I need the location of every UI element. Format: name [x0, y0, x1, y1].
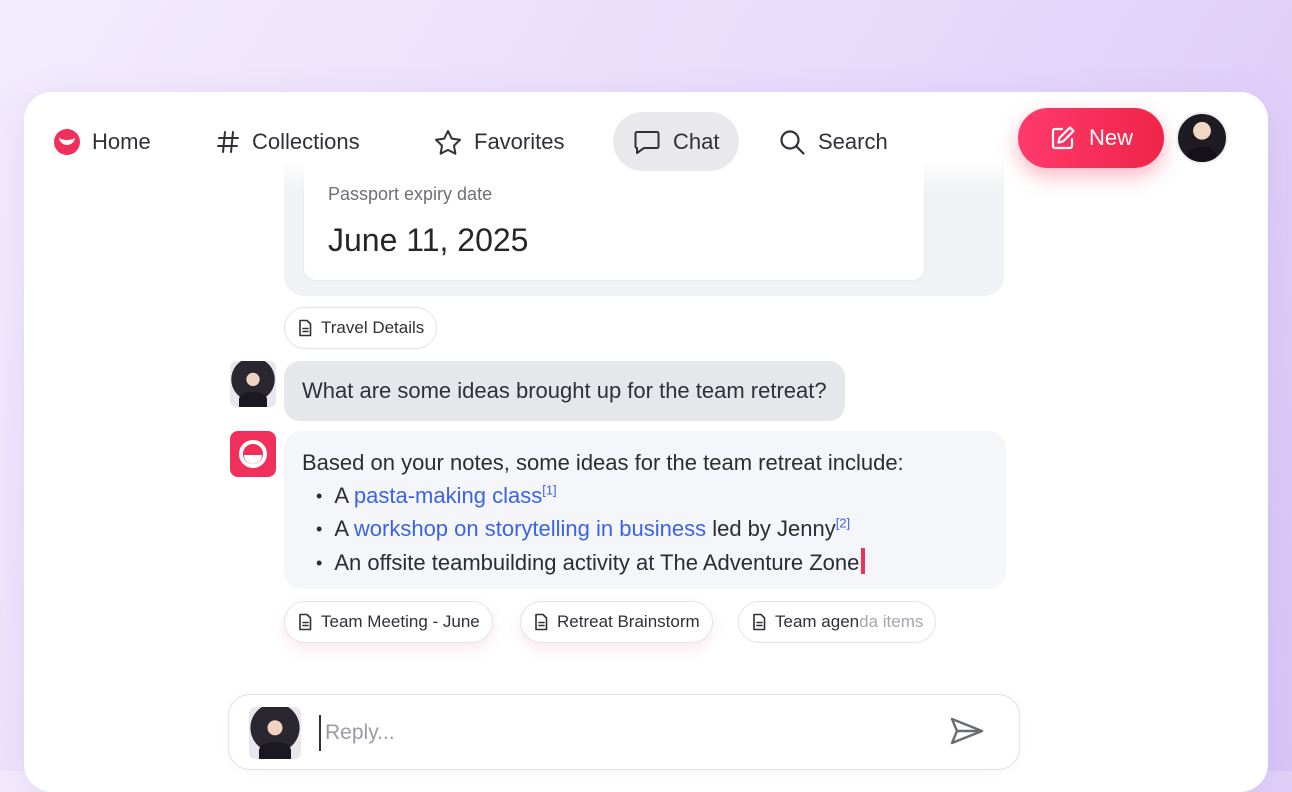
reply-composer	[228, 694, 1020, 770]
link-pasta-making-class[interactable]: pasta-making class	[354, 483, 542, 508]
list-item-text: An offsite teambuilding activity at The …	[334, 549, 860, 575]
user-message-text: What are some ideas brought up for the t…	[302, 378, 827, 403]
send-button[interactable]	[947, 713, 987, 753]
source-chip-retreat-brainstorm[interactable]: Retreat Brainstorm	[520, 601, 713, 643]
nav-chat-label: Chat	[673, 128, 720, 154]
nav-favorites-label: Favorites	[474, 128, 565, 154]
list-item-prefix: A	[334, 516, 354, 541]
document-icon	[533, 613, 549, 631]
source-chip-team-agenda[interactable]: Team agenda items	[738, 601, 937, 643]
profile-avatar[interactable]	[1176, 112, 1228, 164]
app-window: Passport expiry date June 11, 2025 Trave…	[24, 92, 1268, 792]
list-item-prefix: A	[334, 482, 354, 508]
passport-expiry-value: June 11, 2025	[328, 222, 529, 258]
document-icon	[751, 613, 767, 631]
search-icon	[778, 128, 806, 156]
nav-search-label: Search	[818, 128, 888, 154]
source-chip-label: Retreat Brainstorm	[557, 612, 700, 631]
nav-chat[interactable]: Chat	[613, 112, 740, 171]
user-message-bubble: What are some ideas brought up for the t…	[284, 361, 845, 421]
brand-logo-icon	[239, 440, 267, 468]
nav-collections[interactable]: Collections	[216, 112, 360, 171]
brand-logo-icon	[54, 128, 80, 155]
assistant-message-bubble: Based on your notes, some ideas for the …	[284, 431, 1006, 589]
source-chip-travel-details[interactable]: Travel Details	[284, 307, 438, 349]
source-chip-team-meeting[interactable]: Team Meeting - June	[284, 601, 493, 643]
star-icon	[434, 129, 462, 155]
source-chip-label: Travel Details	[321, 318, 425, 337]
top-nav: Home Collections Favorites Chat Search N…	[24, 92, 1268, 190]
nav-favorites[interactable]: Favorites	[434, 112, 564, 171]
document-icon	[297, 319, 313, 337]
list-item: A pasta-making class[1]	[316, 480, 988, 514]
source-chip-label: Team Meeting - June	[321, 612, 480, 631]
composer-user-avatar	[249, 707, 301, 759]
new-button-label: New	[1088, 125, 1133, 150]
send-icon	[949, 716, 985, 751]
nav-home[interactable]: Home	[54, 112, 151, 171]
assistant-avatar	[230, 431, 276, 477]
edit-pencil-icon	[1049, 124, 1077, 152]
list-item: An offsite teambuilding activity at The …	[316, 547, 988, 581]
reply-input[interactable]	[319, 715, 927, 751]
assistant-intro-text: Based on your notes, some ideas for the …	[302, 450, 904, 475]
document-icon	[297, 613, 313, 631]
assistant-idea-list: A pasta-making class[1] A workshop on st…	[302, 480, 988, 581]
link-storytelling-workshop[interactable]: workshop on storytelling in business	[354, 516, 706, 541]
new-button[interactable]: New	[1018, 108, 1164, 168]
nav-home-label: Home	[92, 128, 151, 154]
hash-icon	[216, 130, 240, 154]
list-item: A workshop on storytelling in business l…	[316, 513, 988, 547]
citation-2[interactable]: [2]	[836, 516, 850, 531]
nav-collections-label: Collections	[252, 128, 360, 154]
list-item-suffix: led by Jenny	[706, 516, 836, 541]
user-avatar	[230, 361, 276, 407]
source-chip-label-part: Team agen	[775, 612, 860, 631]
citation-1[interactable]: [1]	[542, 482, 556, 497]
streaming-cursor	[861, 547, 866, 574]
source-chip-label: Team agenda items	[775, 612, 923, 632]
nav-search[interactable]: Search	[778, 112, 888, 171]
chat-bubble-icon	[633, 129, 661, 155]
source-chip-label-part: da items	[859, 612, 924, 631]
